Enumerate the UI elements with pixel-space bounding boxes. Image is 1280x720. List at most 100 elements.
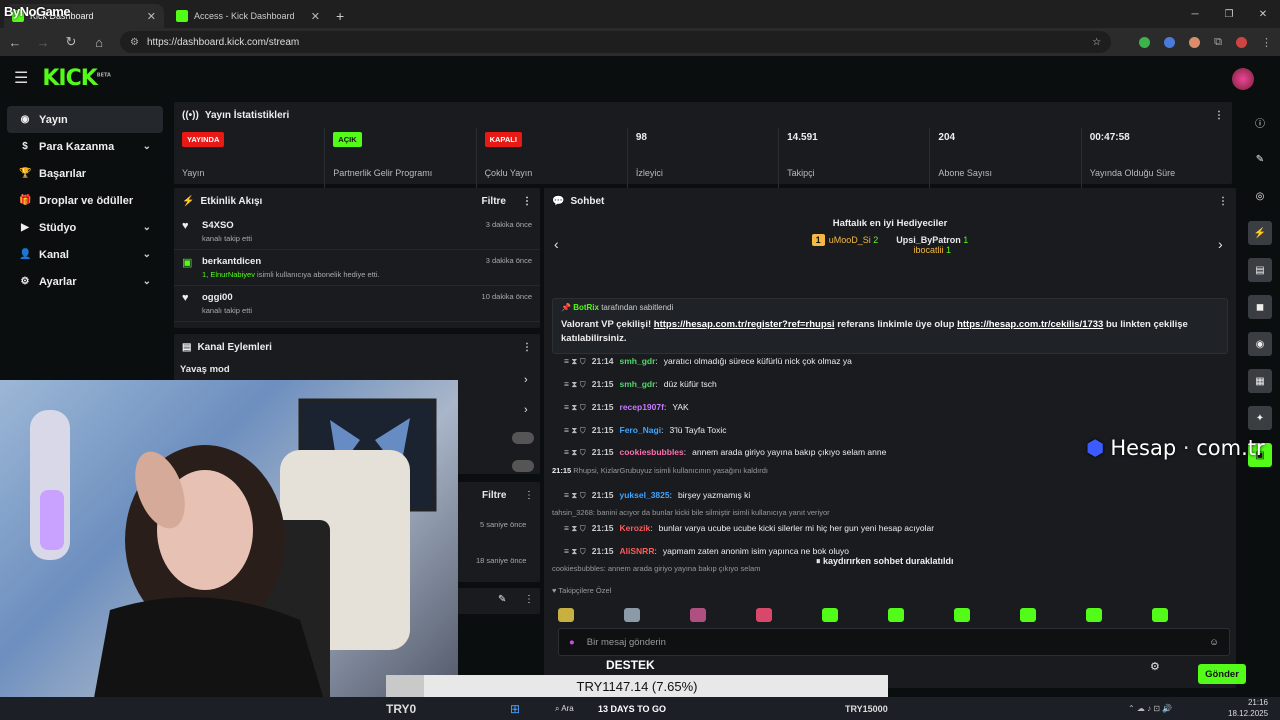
message-username[interactable]: smh_gdr	[620, 379, 656, 389]
system-tray-icons[interactable]: ⌃ ☁ ♪ ⊡ 🔊	[1128, 704, 1172, 713]
more-options-icon[interactable]: ⋮	[1218, 196, 1228, 207]
chevron-right-icon[interactable]: ›	[524, 404, 528, 416]
mod-actions-icon[interactable]: ≡ ⧗ ⛉	[564, 425, 586, 436]
windows-start-icon[interactable]: ⊞	[510, 702, 520, 716]
emote[interactable]	[954, 608, 970, 622]
close-icon[interactable]: ✕	[311, 10, 320, 23]
chevron-left-icon[interactable]: ‹	[554, 236, 559, 252]
hamburger-menu-icon[interactable]: ☰	[14, 68, 28, 88]
filter-button[interactable]: Filtre	[482, 490, 506, 501]
reload-icon[interactable]: ↻	[64, 34, 78, 50]
chat-message[interactable]: ≡ ⧗ ⛉ 21:15 smh_gdr: düz küfür tsch	[564, 377, 717, 391]
tab-access-kick-dashboard[interactable]: Access - Kick Dashboard ✕	[168, 4, 328, 28]
mod-actions-icon[interactable]: ≡ ⧗ ⛉	[564, 402, 586, 413]
message-username[interactable]: Fero_Nagi	[620, 425, 662, 435]
pinned-link[interactable]: https://hesap.com.tr/cekilis/1733	[957, 319, 1103, 330]
mod-actions-icon[interactable]: ≡ ⧗ ⛉	[564, 523, 586, 534]
mod-actions-icon[interactable]: ≡ ⧗ ⛉	[564, 356, 586, 367]
minimize-icon[interactable]: ─	[1178, 0, 1212, 28]
translate-extension-icon[interactable]	[1164, 36, 1176, 48]
chevron-down-icon[interactable]: ⌄	[143, 276, 151, 287]
toggle-switch[interactable]	[512, 432, 534, 444]
chat-bubble-icon[interactable]: ◼	[1248, 295, 1272, 319]
sidebar-item-4[interactable]: ▶ Stüdyo ⌄	[7, 214, 163, 241]
chevron-right-icon[interactable]: ›	[524, 374, 528, 386]
sidebar-item-2[interactable]: 🏆 Başarılar	[7, 160, 163, 187]
user-avatar[interactable]	[1232, 68, 1254, 90]
broadcast-icon[interactable]: ◉	[1248, 332, 1272, 356]
taskbar-search[interactable]: ⌕ Ara	[555, 704, 574, 714]
more-options-icon[interactable]: ⋮	[522, 196, 532, 207]
emote[interactable]	[1020, 608, 1036, 622]
mod-actions-icon[interactable]: ≡ ⧗ ⛉	[564, 379, 586, 390]
chat-message[interactable]: ≡ ⧗ ⛉ 21:15 Kerozik: bunlar varya ucube ucu…	[564, 521, 934, 535]
kick-logo[interactable]: KICKBETA	[42, 66, 111, 91]
sidebar-item-1[interactable]: $ Para Kazanma ⌄	[7, 133, 163, 160]
site-info-icon[interactable]: ⚙	[130, 37, 139, 48]
more-options-icon[interactable]: ⋮	[1214, 110, 1224, 121]
info-icon[interactable]: ⓘ	[1248, 110, 1272, 134]
message-username[interactable]: smh_gdr	[620, 356, 656, 366]
more-options-icon[interactable]: ⋮	[524, 490, 534, 501]
chat-message[interactable]: ≡ ⧗ ⛉ 21:15 cookiesbubbles: annem arada gir…	[564, 445, 886, 459]
chat-message[interactable]: ≡ ⧗ ⛉ 21:15 yuksel_3825: birşey yazmamış ki	[564, 488, 750, 502]
gifter-2[interactable]: Upsi_ByPatron 1 ibocatlii 1	[896, 235, 968, 255]
message-username[interactable]: Kerozik	[620, 523, 651, 533]
chat-message[interactable]: ≡ ⧗ ⛉ 21:15 recep1907f: YAK	[564, 400, 689, 414]
browser-menu-icon[interactable]: ⋮	[1261, 36, 1272, 49]
microphone-icon[interactable]: ●	[569, 637, 575, 648]
filter-button[interactable]: Filtre	[482, 196, 506, 207]
wrench-icon[interactable]: ✦	[1248, 406, 1272, 430]
emote[interactable]	[690, 608, 706, 622]
message-username[interactable]: recep1907f	[620, 402, 664, 412]
bookmark-star-icon[interactable]: ☆	[1092, 37, 1101, 48]
message-username[interactable]: yuksel_3825	[620, 490, 670, 500]
emote[interactable]	[1086, 608, 1102, 622]
layout-icon[interactable]: ▦	[1248, 369, 1272, 393]
forward-icon[interactable]: →	[36, 35, 50, 50]
edit-icon[interactable]: ✎	[498, 594, 506, 605]
profile-extension-icon[interactable]	[1189, 36, 1201, 48]
settings-gear-icon[interactable]: ⚙	[1150, 660, 1160, 673]
chat-paused-banner[interactable]: ⏸ kaydırırken sohbet duraklatıldı	[816, 556, 954, 567]
mod-actions-icon[interactable]: ≡ ⧗ ⛉	[564, 546, 586, 557]
new-tab-button[interactable]: +	[336, 4, 344, 28]
chevron-down-icon[interactable]: ⌄	[143, 222, 151, 233]
sidebar-item-3[interactable]: 🎁 Droplar ve ödüller	[7, 187, 163, 214]
activity-user[interactable]: S4XSO	[202, 220, 252, 231]
emote[interactable]	[624, 608, 640, 622]
mod-actions-icon[interactable]: ≡ ⧗ ⛉	[564, 447, 586, 458]
emote[interactable]	[756, 608, 772, 622]
toggle-switch[interactable]	[512, 460, 534, 472]
activity-user[interactable]: oggi00	[202, 292, 252, 303]
message-username[interactable]: cookiesbubbles	[620, 447, 684, 457]
close-icon[interactable]: ✕	[147, 10, 156, 23]
chevron-down-icon[interactable]: ⌄	[143, 141, 151, 152]
emote[interactable]	[1152, 608, 1168, 622]
emote[interactable]	[888, 608, 904, 622]
chevron-down-icon[interactable]: ⌄	[143, 249, 151, 260]
gifter-1[interactable]: 1 uMooD_Si 2	[811, 234, 878, 255]
sidebar-item-0[interactable]: ◉ Yayın	[7, 106, 163, 133]
edit-icon[interactable]: ✎	[1248, 147, 1272, 171]
lightning-icon[interactable]: ⚡	[1248, 221, 1272, 245]
more-options-icon[interactable]: ⋮	[524, 594, 534, 605]
url-field[interactable]: ⚙ https://dashboard.kick.com/stream ☆	[120, 31, 1112, 53]
maximize-icon[interactable]: ❐	[1212, 0, 1246, 28]
shield-extension-icon[interactable]	[1139, 36, 1151, 48]
activity-user[interactable]: berkantdicen	[202, 256, 380, 267]
sidebar-item-6[interactable]: ⚙ Ayarlar ⌄	[7, 268, 163, 295]
chat-message[interactable]: ≡ ⧗ ⛉ 21:14 smh_gdr: yaratıcı olmadığı süre…	[564, 354, 852, 368]
emote[interactable]	[822, 608, 838, 622]
sidebar-item-5[interactable]: 👤 Kanal ⌄	[7, 241, 163, 268]
chat-message[interactable]: ≡ ⧗ ⛉ 21:15 AliSNRR: yapmam zaten anonim is…	[564, 544, 849, 558]
emoji-icon[interactable]: ☺	[1209, 637, 1219, 648]
capture-icon[interactable]: ◎	[1248, 184, 1272, 208]
pinned-link[interactable]: https://hesap.com.tr/register?ref=rhupsi	[654, 319, 835, 330]
chat-input[interactable]: ● Bir mesaj gönderin ☺	[558, 628, 1230, 656]
more-options-icon[interactable]: ⋮	[522, 342, 532, 353]
chevron-right-icon[interactable]: ›	[1218, 236, 1223, 252]
home-icon[interactable]: ⌂	[92, 35, 106, 50]
browser-profile-avatar[interactable]	[1236, 36, 1247, 48]
chat-message[interactable]: ≡ ⧗ ⛉ 21:15 Fero_Nagi:3'lü Tayfa Toxic	[564, 423, 727, 437]
